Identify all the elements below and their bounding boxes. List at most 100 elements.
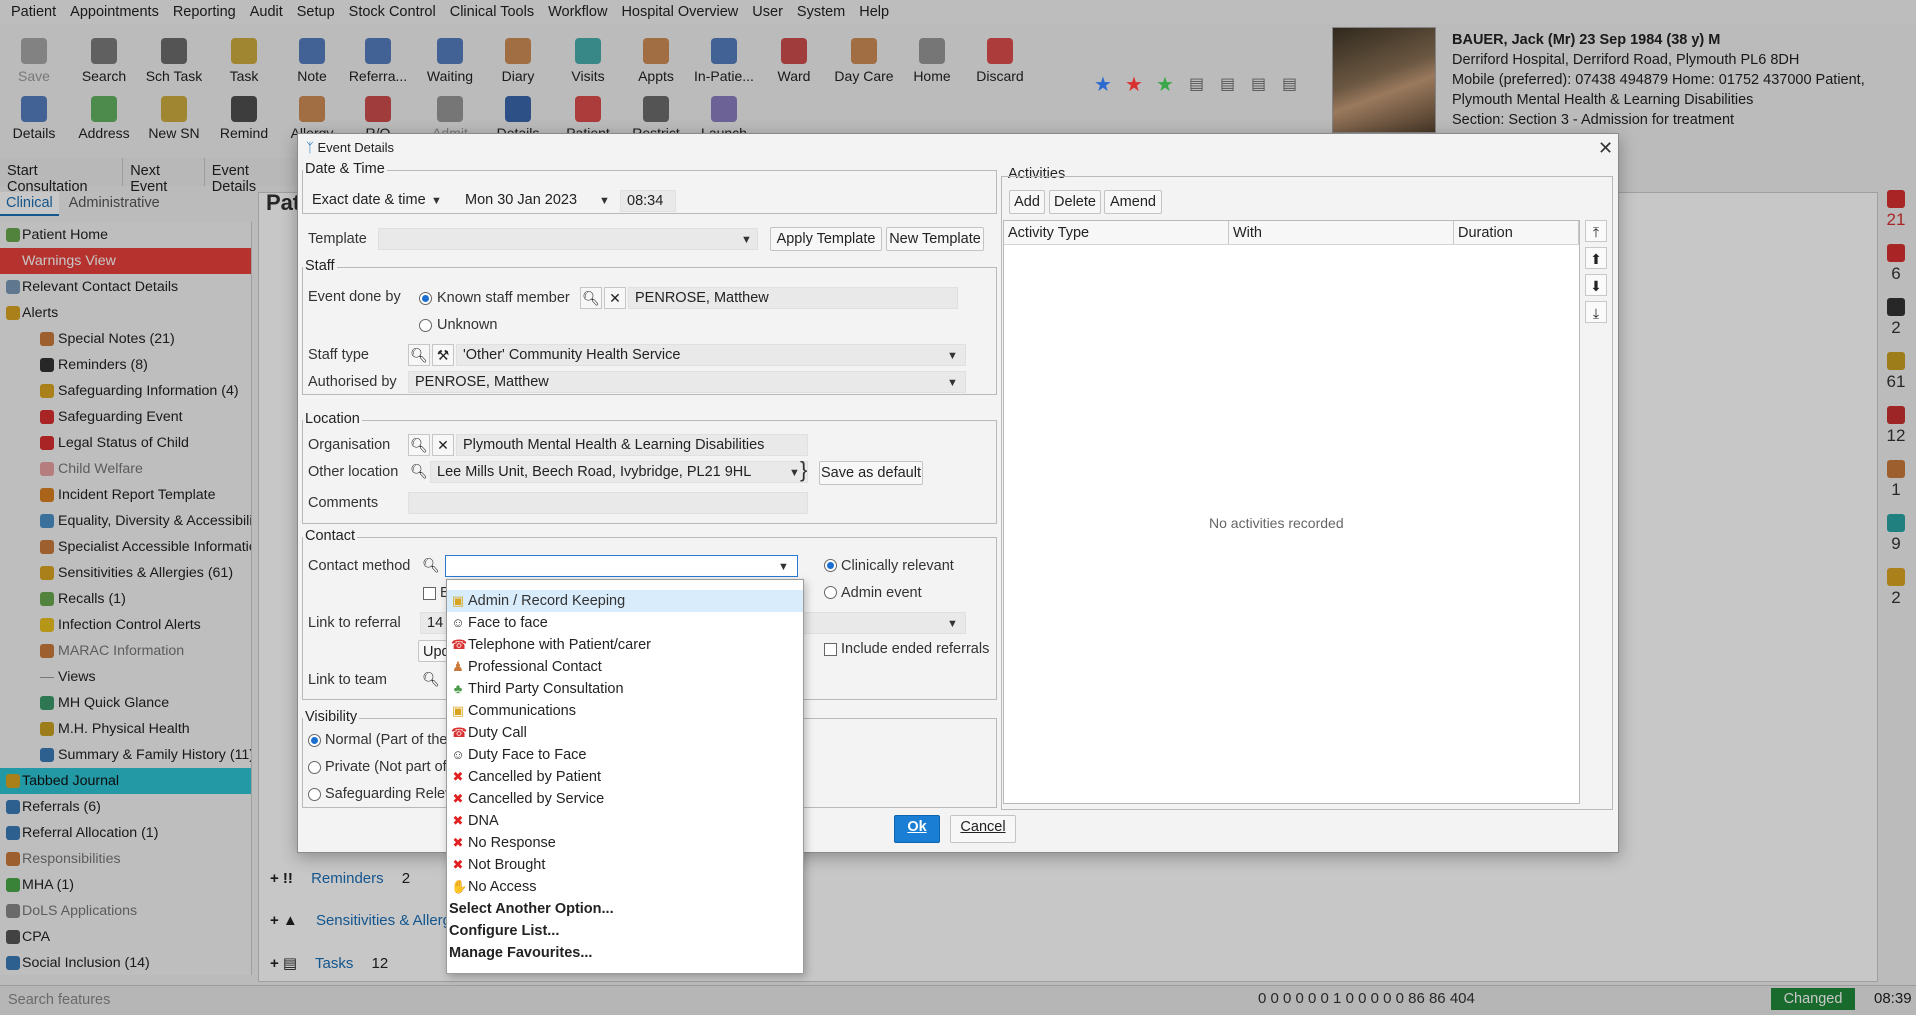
authorised-by-select[interactable]: PENROSE, Matthew ▼ [408,371,966,393]
dialog-title: ᛉ Event Details [306,140,394,155]
unknown-staff-radio[interactable] [419,319,432,332]
dropdown-option-label: Third Party Consultation [468,681,624,697]
datetime-group-title: Date & Time [303,161,387,177]
known-staff-radio[interactable] [419,292,432,305]
contact-method-label: Contact method [308,558,411,574]
chevron-down-icon: ▼ [789,467,800,479]
time-input[interactable]: 08:34 [620,190,676,212]
visibility-normal-radio[interactable] [308,734,321,747]
print-icon[interactable]: ▤ [1282,74,1297,94]
dropdown-option-label: No Response [468,835,556,851]
dropdown-option-not-brought[interactable]: ✖ Not Brought [447,854,803,876]
dropdown-action-configure-list[interactable]: Configure List... [447,920,803,942]
person-icon: ♟ [452,659,464,674]
dropdown-option-cancelled-by-patient[interactable]: ✖ Cancelled by Patient [447,766,803,788]
search-icon[interactable]: 🔍︎ [580,287,602,309]
comments-label: Comments [308,495,379,511]
settings-icon[interactable]: ▤ [1251,74,1266,94]
clinically-relevant-label: Clinically relevant [841,558,954,574]
cross-icon: ✖ [452,769,464,784]
dropdown-option-telephone-with-patient-carer[interactable]: ☎ Telephone with Patient/carer [447,634,803,656]
chevron-down-icon: ▼ [947,618,958,630]
save-as-default-button[interactable]: Save as default [819,461,923,485]
dropdown-option-no-response[interactable]: ✖ No Response [447,832,803,854]
clinically-relevant-radio[interactable] [824,559,837,572]
dropdown-option-dna[interactable]: ✖ DNA [447,810,803,832]
dropdown-option-communications[interactable]: ▣ Communications [447,700,803,722]
apply-template-button[interactable]: Apply Template [770,227,882,251]
dropdown-option-admin-record-keeping[interactable]: ▣ Admin / Record Keeping [447,590,803,612]
column-duration[interactable]: Duration [1454,221,1579,245]
search-icon[interactable]: 🔍︎ [408,344,430,366]
folder-icon: ▣ [451,703,465,718]
contact-checkbox[interactable] [423,587,436,600]
favourite-star-icon[interactable]: ★ [1094,72,1112,97]
datetime-mode-select[interactable]: Exact date & time ▼ [306,190,446,212]
cross-icon: ✖ [452,835,464,850]
clear-icon[interactable]: ✕ [432,434,454,456]
dropdown-option-label: DNA [468,813,499,829]
tools-icon[interactable]: ⚒ [432,344,454,366]
amend-activity-button[interactable]: Amend [1104,190,1162,214]
include-ended-checkbox[interactable] [824,643,837,656]
date-picker[interactable]: Mon 30 Jan 2023 ▼ [459,190,614,212]
move-down-icon[interactable]: ⬇ [1585,274,1607,296]
dropdown-option-duty-face-to-face[interactable]: ☺ Duty Face to Face [447,744,803,766]
move-top-icon[interactable]: ⤒ [1585,220,1607,242]
chevron-down-icon: ▼ [947,350,958,362]
other-location-select[interactable]: Lee Mills Unit, Beech Road, Ivybridge, P… [430,461,808,483]
visibility-safeguarding-radio[interactable] [308,788,321,801]
staff-type-select[interactable]: 'Other' Community Health Service ▼ [456,344,966,366]
template-select[interactable] [378,228,758,250]
close-icon[interactable]: ✕ [1598,138,1613,159]
dropdown-option-label: Telephone with Patient/carer [468,637,651,653]
dropdown-option-no-access[interactable]: ✋ No Access [447,876,803,898]
ok-button[interactable]: Ok [894,815,940,843]
move-bottom-icon[interactable]: ⤓ [1585,301,1607,323]
organisation-field[interactable]: Plymouth Mental Health & Learning Disabi… [456,434,808,456]
search-icon[interactable]: 🔍︎ [408,461,430,483]
contact-method-select[interactable]: ▼ [445,555,798,577]
chevron-down-icon: ▼ [778,561,789,573]
dropdown-option-label: Communications [468,703,576,719]
printer-icon[interactable]: ▤ [1220,74,1235,94]
dropdown-option-label: Duty Call [468,725,527,741]
dropdown-action-manage-favourites[interactable]: Manage Favourites... [447,942,803,964]
dropdown-action-select-another-option[interactable]: Select Another Option... [447,898,803,920]
column-with[interactable]: With [1229,221,1454,245]
face-icon: ☺ [451,615,465,630]
dropdown-option-third-party-consultation[interactable]: ♣ Third Party Consultation [447,678,803,700]
dropdown-option-professional-contact[interactable]: ♟ Professional Contact [447,656,803,678]
dropdown-option-cancelled-by-service[interactable]: ✖ Cancelled by Service [447,788,803,810]
visibility-private-radio[interactable] [308,761,321,774]
hand-icon: ✋ [451,879,468,894]
search-icon[interactable]: 🔍︎ [408,434,430,456]
staff-type-value: 'Other' Community Health Service [463,347,681,363]
comments-field[interactable] [408,492,808,514]
admin-event-radio[interactable] [824,586,837,599]
staff-group-title: Staff [303,258,337,274]
dropdown-option-label: Admin / Record Keeping [468,593,626,609]
column-activity-type[interactable]: Activity Type [1004,221,1229,245]
clear-icon[interactable]: ✕ [604,287,626,309]
favourite-star-icon[interactable]: ★ [1125,72,1143,97]
document-icon[interactable]: ▤ [1189,74,1204,94]
date-value: Mon 30 Jan 2023 [465,192,578,208]
visibility-safeguarding-label: Safeguarding Relev [325,786,453,802]
delete-activity-button[interactable]: Delete [1049,190,1101,214]
staff-member-field[interactable]: PENROSE, Matthew [628,287,958,309]
cancel-button[interactable]: Cancel [950,815,1016,843]
search-icon[interactable]: 🔍︎ [420,555,442,577]
location-group-title: Location [303,411,362,427]
event-done-by-label: Event done by [308,289,401,305]
dropdown-option-face-to-face[interactable]: ☺ Face to face [447,612,803,634]
add-activity-button[interactable]: Add [1009,190,1045,214]
favourite-star-icon[interactable]: ★ [1156,72,1174,97]
group-icon: ♣ [453,681,463,696]
new-template-button[interactable]: New Template [886,227,984,251]
move-up-icon[interactable]: ⬆ [1585,247,1607,269]
dropdown-option-duty-call[interactable]: ☎ Duty Call [447,722,803,744]
search-icon[interactable]: 🔍︎ [420,669,442,691]
known-staff-label: Known staff member [437,290,570,306]
dropdown-option-label: Cancelled by Service [468,791,605,807]
